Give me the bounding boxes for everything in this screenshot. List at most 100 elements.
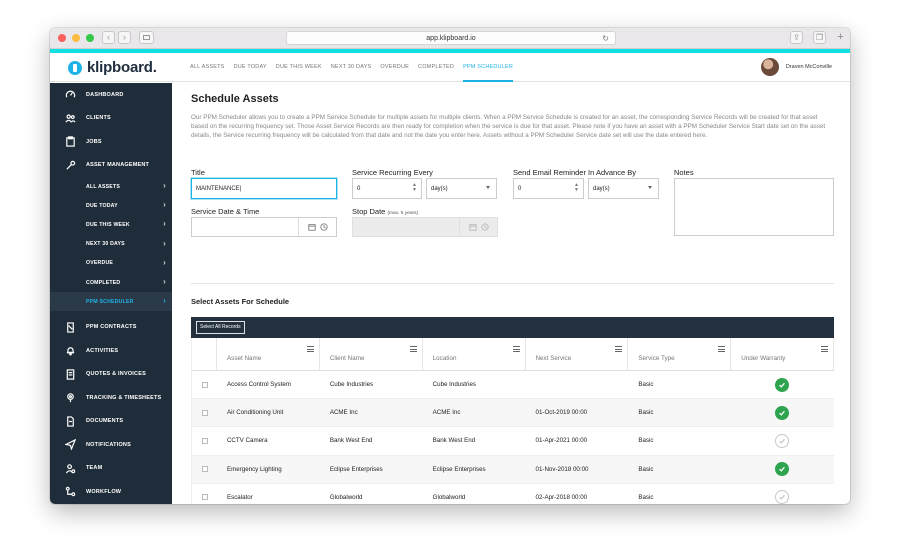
stop-date-label-text: Stop Date [352, 207, 386, 216]
sidebar-subitem-due-today[interactable]: DUE TODAY › [50, 196, 172, 215]
cell-service-type: Basic [638, 493, 654, 501]
recurring-unit-select[interactable]: day(s) [426, 178, 497, 199]
cell-location: Globalworld [432, 493, 466, 501]
row-select-cell [192, 399, 217, 426]
user-menu[interactable]: Draven McConville [760, 58, 832, 76]
date-time-picker[interactable] [298, 218, 336, 236]
tab-overdue[interactable]: OVERDUE [380, 53, 409, 82]
column-header-location[interactable]: Location [423, 338, 526, 370]
bell-icon [64, 345, 76, 357]
minimize-window-button[interactable] [72, 34, 80, 42]
sidebar-subitem-due-this-week[interactable]: DUE THIS WEEK › [50, 215, 172, 234]
recurring-stepper[interactable]: ▲ ▼ [412, 183, 417, 193]
table-row[interactable]: Air Conditioning Unit ACME Inc ACME Inc 01-… [191, 399, 834, 428]
row-checkbox[interactable] [202, 494, 208, 501]
recurring-input[interactable]: 0 ▲ ▼ [352, 178, 422, 199]
send-icon [64, 439, 76, 451]
tab-ppm-scheduler[interactable]: PPM SCHEDULER [463, 53, 514, 82]
column-header-next-service[interactable]: Next Service [526, 338, 629, 370]
sidebar-subitem-label: NEXT 30 DAYS [86, 241, 125, 248]
sidebar-subitem-label: ALL ASSETS [86, 183, 120, 190]
stop-date-hint: (max. 5 years) [387, 211, 419, 216]
notes-textarea[interactable] [674, 178, 834, 236]
tab-completed[interactable]: COMPLETED [418, 53, 454, 82]
sidebar-item-team[interactable]: TEAM [50, 456, 172, 480]
cell-client: ACME Inc [329, 409, 358, 417]
sidebar-item-asset-management[interactable]: ASSET MANAGEMENT [50, 154, 172, 178]
calendar-icon[interactable] [307, 223, 316, 231]
sidebar-item-quotes-invoices[interactable]: QUOTES & INVOICES [50, 362, 172, 386]
column-menu-icon[interactable] [821, 346, 829, 352]
tab-due-today[interactable]: DUE TODAY [234, 53, 267, 82]
title-input[interactable]: MAINTENANCE | [191, 178, 337, 199]
reminder-input[interactable]: 0 ▲ ▼ [513, 178, 584, 199]
sidebar-item-label: WORKFLOW [86, 488, 122, 495]
sidebar-subitem-overdue[interactable]: OVERDUE › [50, 254, 172, 273]
column-menu-icon[interactable] [718, 346, 726, 352]
column-menu-icon[interactable] [615, 346, 623, 352]
cell-client: Globalworld [329, 493, 363, 501]
share-icon[interactable]: ⇪ [790, 31, 803, 44]
sidebar-subitem-completed[interactable]: COMPLETED › [50, 273, 172, 292]
sidebar-item-label: PPM CONTRACTS [86, 324, 137, 331]
address-bar[interactable]: app.klipboard.io ↻ [286, 31, 616, 45]
row-checkbox[interactable] [202, 381, 208, 388]
back-button[interactable]: ‹ [102, 31, 115, 44]
row-select-cell [192, 456, 217, 483]
column-header-service-type[interactable]: Service Type [628, 338, 732, 370]
clock-icon[interactable] [319, 223, 328, 231]
check-circle-icon [775, 377, 790, 392]
sidebar-item-workflow[interactable]: WORKFLOW [50, 480, 172, 504]
column-menu-icon[interactable] [306, 346, 314, 352]
sidebar-subitem-next-30-days[interactable]: NEXT 30 DAYS › [50, 235, 172, 254]
close-window-button[interactable] [58, 34, 66, 42]
workflow-icon [64, 486, 76, 498]
klipboard-logo[interactable]: klipboard. [68, 59, 157, 76]
sidebar-toggle-icon[interactable] [139, 31, 154, 44]
table-row[interactable]: Escalator Globalworld Globalworld 02-Apr-20… [191, 483, 834, 504]
calendar-icon[interactable] [468, 223, 477, 231]
sidebar-item-tracking-timesheets[interactable]: TRACKING & TIMESHEETS [50, 386, 172, 410]
cell-asset: CCTV Camera [226, 437, 268, 445]
column-header-under-warranty[interactable]: Under Warranty [731, 338, 835, 370]
sidebar-item-ppm-contracts[interactable]: PPM CONTRACTS [50, 315, 172, 339]
reminder-stepper[interactable]: ▲ ▼ [574, 183, 579, 193]
table-row[interactable]: CCTV Camera Bank West End Bank West End 01-… [191, 427, 834, 456]
forward-button[interactable]: › [118, 31, 131, 44]
new-tab-icon[interactable]: + [834, 31, 847, 44]
sidebar-subitem-all-assets[interactable]: ALL ASSETS › [50, 177, 172, 196]
table-row[interactable]: Access Control System Cube Industries Cube… [191, 371, 834, 400]
column-header-asset-name[interactable]: Asset Name [217, 338, 320, 370]
row-checkbox[interactable] [202, 466, 208, 473]
clock-icon[interactable] [480, 223, 489, 231]
reminder-unit-select[interactable]: day(s) [588, 178, 659, 199]
sidebar-item-notifications[interactable]: NOTIFICATIONS [50, 433, 172, 457]
tabs-overview-icon[interactable]: ❐ [813, 31, 826, 44]
sidebar-item-jobs[interactable]: JOBS [50, 130, 172, 154]
sidebar-item-documents[interactable]: DOCUMENTS [50, 409, 172, 433]
logo-text: klipboard. [87, 59, 157, 76]
maximize-window-button[interactable] [86, 34, 94, 42]
tab-all-assets[interactable]: ALL ASSETS [190, 53, 225, 82]
row-checkbox[interactable] [202, 437, 208, 444]
avatar[interactable] [760, 58, 779, 76]
service-date-input[interactable] [191, 217, 337, 237]
column-header-client-name[interactable]: Client Name [320, 338, 423, 370]
table-row[interactable]: Emergency Lighting Eclipse Enterprises Ecl… [191, 455, 834, 484]
sidebar-item-activities[interactable]: ACTIVITIES [50, 339, 172, 363]
column-menu-icon[interactable] [409, 346, 417, 352]
stop-date-input[interactable] [352, 217, 498, 237]
select-all-button[interactable]: Select All Records [196, 321, 245, 334]
sidebar: DASHBOARD CLIENTS JOBS ASSET MANAGEMENT ALL … [50, 83, 172, 504]
reload-icon[interactable]: ↻ [602, 32, 609, 45]
stop-date-picker[interactable] [459, 218, 497, 236]
column-menu-icon[interactable] [512, 346, 520, 352]
sidebar-item-label: CLIENTS [86, 115, 111, 122]
tab-next-30-days[interactable]: NEXT 30 DAYS [331, 53, 372, 82]
table-body: Access Control System Cube Industries Cube… [191, 371, 834, 504]
sidebar-item-dashboard[interactable]: DASHBOARD [50, 83, 172, 107]
row-checkbox[interactable] [202, 409, 208, 416]
sidebar-subitem-ppm-scheduler[interactable]: PPM SCHEDULER › [50, 292, 172, 312]
sidebar-item-clients[interactable]: CLIENTS [50, 107, 172, 131]
tab-due-this-week[interactable]: DUE THIS WEEK [276, 53, 322, 82]
